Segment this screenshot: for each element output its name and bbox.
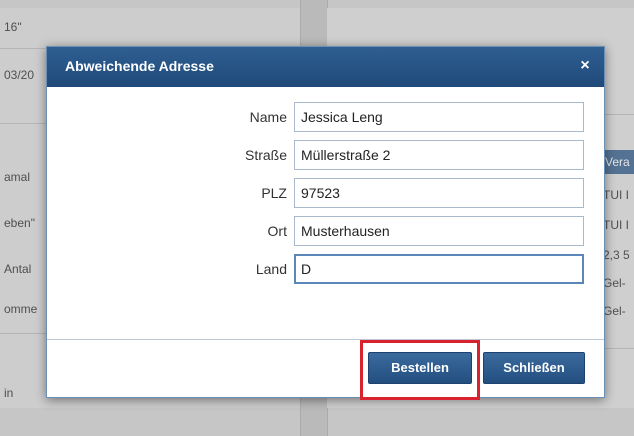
address-dialog: Abweichende Adresse × Name Straße PLZ Or…: [46, 46, 605, 398]
form-row-name: Name: [47, 102, 604, 134]
close-icon[interactable]: ×: [576, 57, 594, 75]
zip-label: PLZ: [261, 185, 287, 201]
order-button[interactable]: Bestellen: [368, 352, 472, 384]
dialog-title: Abweichende Adresse: [65, 58, 214, 74]
zip-input[interactable]: [294, 178, 584, 208]
country-label: Land: [255, 261, 287, 277]
form-row-city: Ort: [47, 216, 604, 248]
name-input[interactable]: [294, 102, 584, 132]
dialog-header: Abweichende Adresse ×: [47, 47, 604, 87]
name-label: Name: [249, 109, 287, 125]
close-button[interactable]: Schließen: [483, 352, 585, 384]
street-input[interactable]: [294, 140, 584, 170]
dialog-footer-divider: [47, 339, 604, 340]
country-input[interactable]: [294, 254, 584, 284]
form-row-country: Land: [47, 254, 604, 286]
form-row-street: Straße: [47, 140, 604, 172]
form-row-zip: PLZ: [47, 178, 604, 210]
city-label: Ort: [267, 223, 287, 239]
street-label: Straße: [244, 147, 287, 163]
city-input[interactable]: [294, 216, 584, 246]
